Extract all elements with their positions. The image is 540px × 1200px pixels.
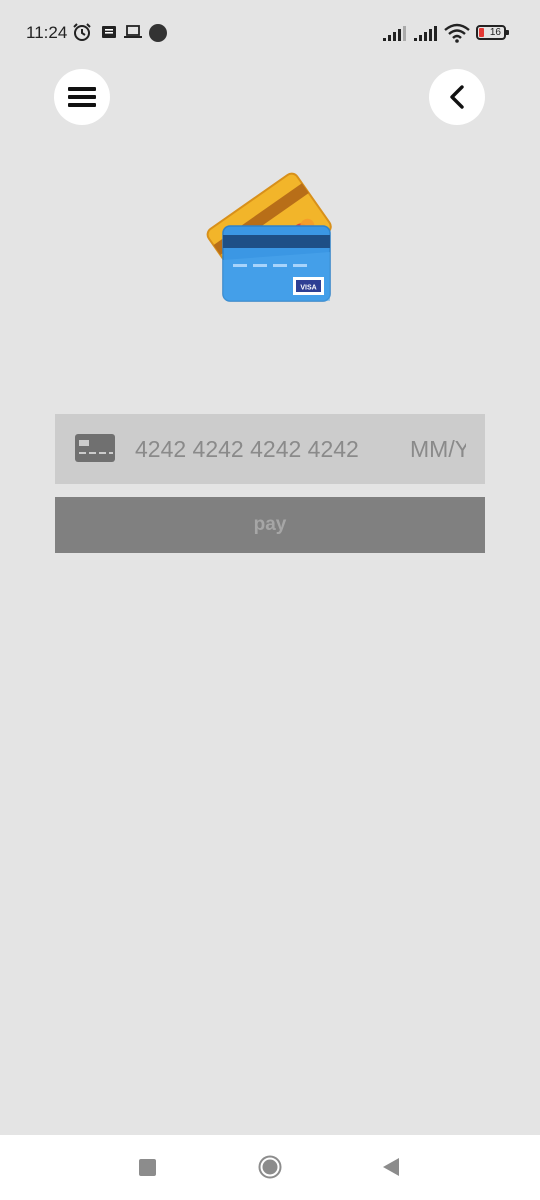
credit-cards-icon: VISA — [206, 172, 332, 302]
visa-badge: VISA — [300, 285, 316, 292]
credit-card-icon — [75, 434, 115, 462]
signal-icon — [383, 26, 406, 41]
triangle-back-icon[interactable] — [382, 1157, 400, 1177]
card-number-input[interactable]: 4242 4242 4242 4242 — [135, 414, 359, 484]
dot-icon — [149, 24, 167, 42]
menu-button[interactable] — [54, 69, 110, 125]
expiry-input[interactable]: MM/YY — [410, 414, 466, 484]
hamburger-menu-icon — [68, 87, 96, 107]
battery-level: 16 — [489, 27, 501, 38]
wifi-icon — [444, 23, 470, 43]
back-button[interactable] — [429, 69, 485, 125]
status-bar: 11:24 16 — [0, 0, 540, 66]
card-input-field[interactable]: 4242 4242 4242 4242 MM/YY — [55, 414, 485, 484]
circle-home-icon[interactable] — [258, 1155, 282, 1179]
navigation-bar — [0, 1135, 540, 1200]
alarm-icon — [73, 23, 91, 41]
chevron-left-icon — [450, 85, 464, 109]
battery-icon: 16 — [476, 25, 509, 40]
square-recent-icon[interactable] — [139, 1159, 156, 1176]
status-time: 11:24 — [26, 23, 68, 42]
pay-button[interactable]: pay — [55, 497, 485, 553]
notification-icon — [102, 26, 116, 38]
signal-icon — [414, 26, 437, 41]
laptop-icon — [124, 25, 142, 38]
